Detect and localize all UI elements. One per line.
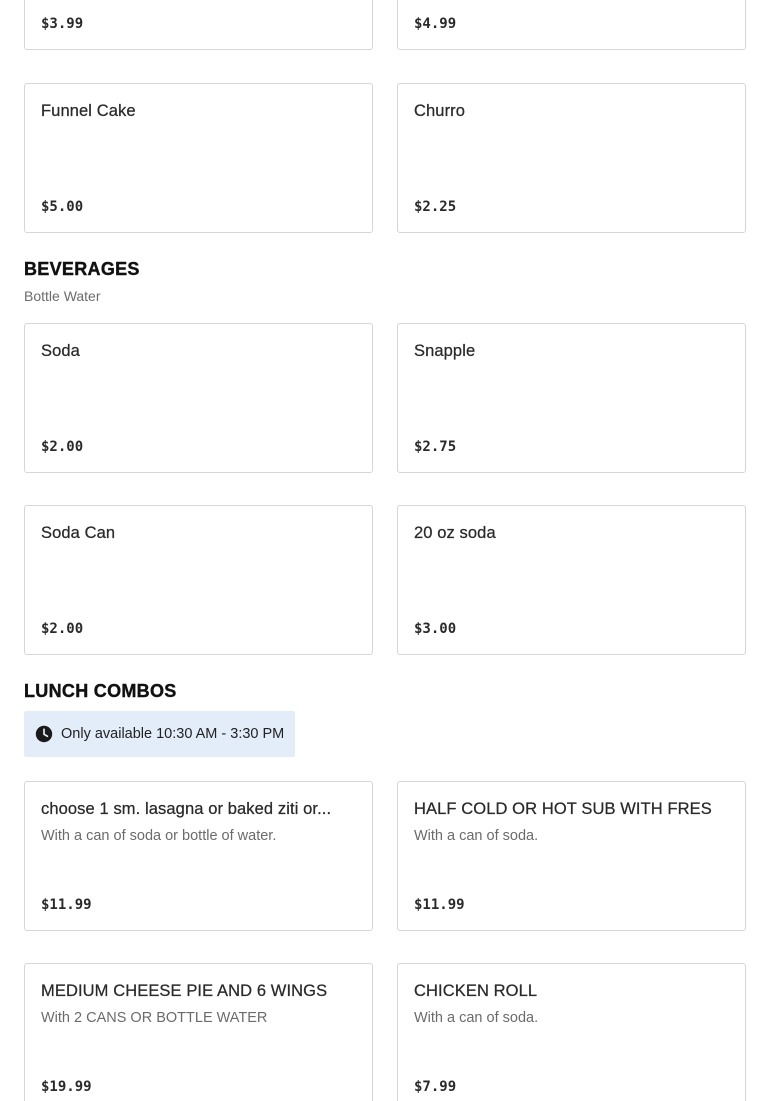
item-price: $2.00 [41,439,84,455]
availability-text: Only available 10:30 AM - 3:30 PM [61,726,285,742]
item-name: Churro [414,102,466,120]
item-description: With 2 CANS OR BOTTLE WATER [41,1010,268,1026]
menu-item-card[interactable]: MEDIUM CHEESE PIE AND 6 WINGS With 2 CAN… [24,963,373,1101]
item-price: $7.99 [414,1079,457,1095]
item-name: choose 1 sm. lasagna or baked ziti or... [41,800,332,818]
item-description: With a can of soda or bottle of water. [41,828,277,844]
item-name: Funnel Cake [41,102,136,120]
item-price: $3.00 [414,621,457,637]
item-price: $5.00 [41,199,84,215]
item-price: $2.25 [414,199,457,215]
menu-item-card[interactable]: choose 1 sm. lasagna or baked ziti or...… [24,781,373,931]
menu-item-card[interactable]: Soda Can $2.00 [24,505,373,655]
section-title-lunch-combos: LUNCH COMBOS [24,681,177,701]
menu-item-card[interactable]: $4.99 [397,0,746,50]
item-name: MEDIUM CHEESE PIE AND 6 WINGS [41,982,328,1000]
item-price: $11.99 [41,897,92,913]
menu-item-card[interactable]: CHICKEN ROLL With a can of soda. $7.99 [397,963,746,1101]
item-price: $19.99 [41,1079,92,1095]
menu-item-card[interactable]: 20 oz soda $3.00 [397,505,746,655]
section-title-beverages: BEVERAGES [24,259,140,279]
menu-item-card[interactable]: HALF COLD OR HOT SUB WITH FRES With a ca… [397,781,746,931]
menu-item-card[interactable]: Churro $2.25 [397,83,746,233]
item-price: $11.99 [414,897,465,913]
item-name: Soda [41,342,80,360]
item-name: HALF COLD OR HOT SUB WITH FRES [414,800,712,818]
item-price: $3.99 [41,16,84,32]
menu-item-card[interactable]: Snapple $2.75 [397,323,746,473]
item-description: With a can of soda. [414,1010,539,1026]
section-subtitle: Bottle Water [24,288,101,304]
availability-notice: Only available 10:30 AM - 3:30 PM [24,711,295,757]
menu-page: $3.99 $4.99 Funnel Cake $5.00 Churro $2.… [0,0,770,1101]
item-name: Snapple [414,342,476,360]
item-price: $4.99 [414,16,457,32]
item-name: Soda Can [41,524,116,542]
menu-item-card[interactable]: Soda $2.00 [24,323,373,473]
item-description: With a can of soda. [414,828,539,844]
item-price: $2.00 [41,621,84,637]
menu-item-card[interactable]: Funnel Cake $5.00 [24,83,373,233]
item-price: $2.75 [414,439,457,455]
item-name: CHICKEN ROLL [414,982,538,1000]
menu-item-card[interactable]: $3.99 [24,0,373,50]
clock-icon [35,725,53,743]
item-name: 20 oz soda [414,524,496,542]
